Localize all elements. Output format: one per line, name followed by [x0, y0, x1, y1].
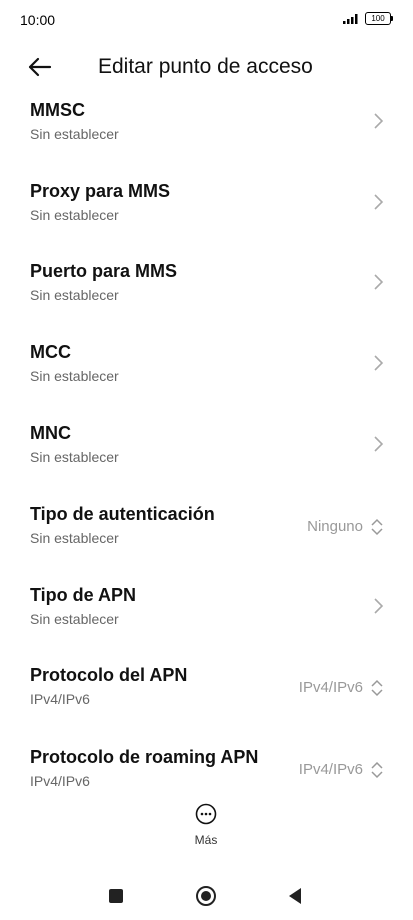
- setting-mmsc[interactable]: MMSC Sin establecer: [0, 94, 413, 154]
- square-icon: [109, 889, 123, 903]
- setting-title: MMSC: [30, 100, 85, 120]
- setting-subtitle: Sin establecer: [30, 126, 119, 142]
- setting-title: MNC: [30, 423, 71, 443]
- recents-button[interactable]: [108, 888, 124, 909]
- setting-auth-type[interactable]: Tipo de autenticación Sin establecer Nin…: [0, 498, 413, 558]
- status-icons: 100: [343, 12, 393, 25]
- home-button[interactable]: [195, 885, 217, 912]
- setting-title: Proxy para MMS: [30, 181, 171, 201]
- page-title: Editar punto de acceso: [98, 55, 313, 78]
- more-label: Más: [194, 833, 218, 847]
- setting-value: Ninguno: [307, 518, 363, 535]
- chevron-right-icon: [374, 194, 384, 210]
- setting-subtitle: Sin establecer: [30, 530, 119, 546]
- chevron-right-icon: [374, 598, 384, 614]
- back-button[interactable]: [22, 52, 56, 82]
- setting-subtitle: Sin establecer: [30, 449, 119, 465]
- setting-subtitle: Sin establecer: [30, 368, 119, 384]
- setting-title: MCC: [30, 342, 71, 362]
- setting-title: Puerto para MMS: [30, 261, 178, 281]
- setting-mcc[interactable]: MCC Sin establecer: [0, 336, 413, 396]
- setting-apn-protocol[interactable]: Protocolo del APN IPv4/IPv6 IPv4/IPv6: [0, 659, 413, 719]
- setting-apn-type[interactable]: Tipo de APN Sin establecer: [0, 579, 413, 639]
- arrow-left-icon: [28, 57, 52, 77]
- app-header: Editar punto de acceso: [0, 44, 413, 90]
- setting-title: Protocolo del APN: [30, 665, 188, 685]
- setting-mms-proxy[interactable]: Proxy para MMS Sin establecer: [0, 175, 413, 235]
- setting-subtitle: Sin establecer: [30, 611, 119, 627]
- setting-mms-port[interactable]: Puerto para MMS Sin establecer: [0, 255, 413, 315]
- setting-value: IPv4/IPv6: [298, 679, 363, 696]
- setting-subtitle: Sin establecer: [30, 207, 119, 223]
- navigation-bar: [0, 870, 413, 920]
- up-down-icon: [371, 761, 383, 779]
- setting-subtitle: Sin establecer: [30, 287, 119, 303]
- circle-icon: [196, 886, 216, 906]
- setting-value: IPv4/IPv6: [298, 761, 363, 778]
- setting-title: Protocolo de roaming APN: [30, 747, 259, 767]
- back-nav-button[interactable]: [287, 887, 303, 910]
- chevron-right-icon: [374, 355, 384, 371]
- setting-subtitle: IPv4/IPv6: [30, 773, 90, 789]
- up-down-icon: [371, 679, 383, 697]
- up-down-icon: [371, 518, 383, 536]
- setting-roaming-protocol[interactable]: Protocolo de roaming APN IPv4/IPv6 IPv4/…: [0, 741, 413, 801]
- setting-title: Tipo de APN: [30, 585, 137, 605]
- setting-subtitle: IPv4/IPv6: [30, 691, 90, 707]
- more-button[interactable]: Más: [174, 803, 238, 853]
- triangle-left-icon: [289, 888, 301, 904]
- chevron-right-icon: [374, 113, 384, 129]
- chevron-right-icon: [374, 274, 384, 290]
- status-time: 10:00: [20, 12, 56, 28]
- signal-icon: [343, 13, 361, 24]
- ellipsis-circle-icon: [195, 803, 217, 825]
- battery-icon: 100: [365, 12, 393, 25]
- status-bar: 10:00 100: [0, 0, 413, 40]
- setting-title: Tipo de autenticación: [30, 504, 215, 524]
- chevron-right-icon: [374, 436, 384, 452]
- setting-mnc[interactable]: MNC Sin establecer: [0, 417, 413, 477]
